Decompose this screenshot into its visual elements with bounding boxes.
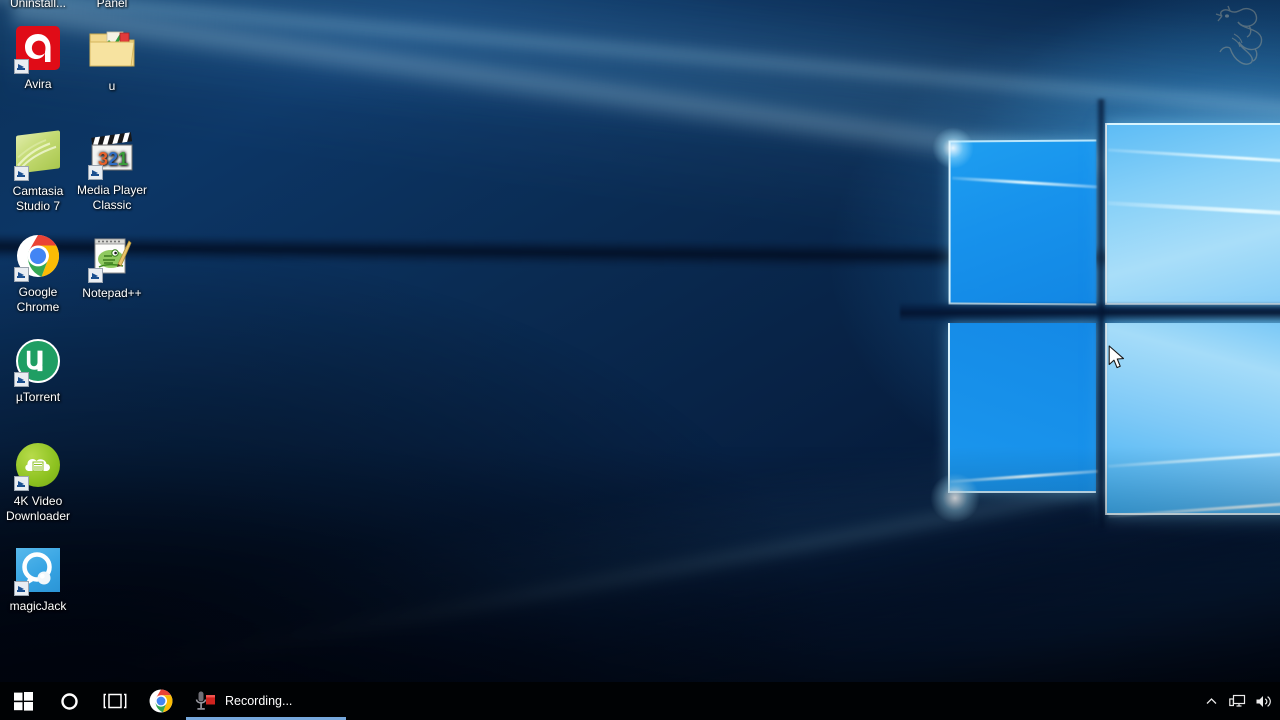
desktop-icon-notepad-plus-plus[interactable]: Notepad++ [74, 232, 150, 301]
desktop-icon-utorrent[interactable]: µTorrent [0, 337, 76, 405]
chevron-up-icon [1206, 697, 1216, 704]
desktop-icon-avira[interactable]: Avira [0, 24, 76, 92]
show-hidden-icons-chevron[interactable] [1198, 682, 1224, 720]
camtasia-studio-icon [14, 130, 62, 181]
desktop-icon-u-folder[interactable]: u [74, 24, 150, 94]
desktop-icon-label: Avira [24, 77, 52, 91]
cut-label-uninstall: Uninstall... [9, 0, 67, 10]
shortcut-overlay-icon [14, 267, 29, 282]
desktop-icon-camtasia-studio-7[interactable]: Camtasia Studio 7 [0, 128, 76, 213]
speaker-icon [1256, 695, 1271, 707]
desktop-icon-label: 4K Video Downloader [5, 494, 71, 523]
task-view-button[interactable] [92, 682, 138, 720]
taskbar-pinned-chrome[interactable] [138, 682, 184, 720]
shortcut-overlay-icon [14, 372, 29, 387]
chrome-icon [149, 689, 173, 713]
cortana-circle-icon [60, 692, 78, 710]
desktop-icon-4k-video-downloader[interactable]: 4K Video Downloader [0, 441, 76, 523]
volume-tray-button[interactable] [1250, 682, 1276, 720]
desktop-icon-label: Camtasia Studio 7 [12, 184, 64, 213]
desktop-icon-label: µTorrent [15, 390, 61, 404]
shortcut-overlay-icon [14, 581, 29, 596]
cortana-search-button[interactable] [46, 682, 92, 720]
notepad-plus-plus-icon [88, 235, 136, 283]
svg-text:1: 1 [118, 149, 128, 169]
windows-logo-icon [13, 691, 33, 711]
task-view-icon [103, 693, 127, 709]
desktop-icon-google-chrome[interactable]: Google Chrome [0, 232, 76, 314]
desktop-icon-grid: Uninstall... Panel Avira u Camtasia Stud… [0, 0, 160, 680]
svg-text:2: 2 [108, 149, 118, 169]
taskbar-window-recording[interactable]: Recording... [184, 682, 348, 720]
cut-label-panel: Panel [96, 0, 128, 10]
shortcut-overlay-icon [14, 476, 29, 491]
shortcut-overlay-icon [88, 165, 103, 180]
shortcut-overlay-icon [88, 268, 103, 283]
desktop-icon-media-player-classic[interactable]: 3 2 1 Media Player Classic [74, 128, 150, 212]
utorrent-icon [14, 339, 62, 387]
magicjack-icon [14, 548, 62, 596]
desktop-icon-label: Media Player Classic [76, 183, 148, 212]
desktop-icon-magicjack[interactable]: magicJack [0, 546, 76, 614]
avira-icon [14, 26, 62, 74]
start-button[interactable] [0, 682, 46, 720]
wallpaper-glow [0, 0, 1280, 720]
network-tray-button[interactable] [1224, 682, 1250, 720]
system-tray [1198, 682, 1280, 720]
shortcut-overlay-icon [14, 166, 29, 181]
camtasia-recorder-icon [194, 690, 216, 712]
folder-icon [88, 28, 136, 76]
desktop-icon-label: Notepad++ [82, 286, 142, 300]
media-player-classic-icon: 3 2 1 [88, 132, 136, 180]
desktop[interactable]: Uninstall... Panel Avira u Camtasia Stud… [0, 0, 1280, 720]
desktop-icon-label: magicJack [9, 599, 67, 613]
taskbar-window-label: Recording... [225, 694, 293, 708]
chrome-icon [14, 234, 62, 282]
network-monitor-icon [1228, 694, 1245, 707]
4k-video-downloader-icon [14, 443, 62, 491]
desktop-icon-label: u [108, 79, 116, 93]
desktop-wallpaper [0, 0, 1280, 720]
desktop-icon-label: Google Chrome [16, 285, 60, 314]
shortcut-overlay-icon [14, 59, 29, 74]
taskbar[interactable]: Recording... [0, 682, 1280, 720]
